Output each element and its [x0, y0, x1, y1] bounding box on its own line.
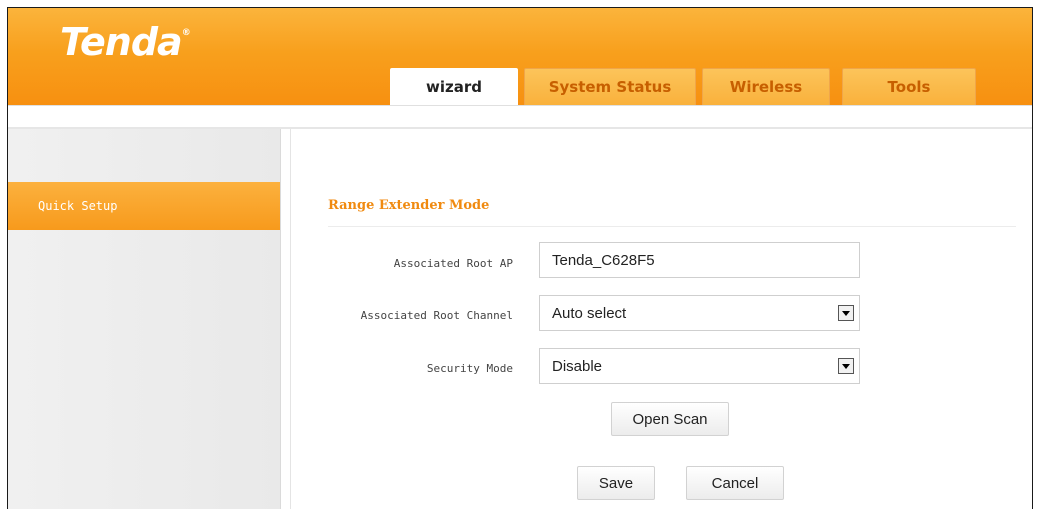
root-channel-select[interactable]: Auto select: [539, 295, 860, 331]
tab-tools[interactable]: Tools: [842, 68, 976, 105]
tab-wireless[interactable]: Wireless: [702, 68, 830, 105]
tab-label: wizard: [426, 78, 482, 96]
root-ap-label: Associated Root AP: [393, 257, 513, 270]
chevron-down-icon[interactable]: [838, 305, 854, 321]
security-mode-select[interactable]: Disable: [539, 348, 860, 384]
tab-wizard[interactable]: wizard: [390, 68, 518, 105]
content-divider: [290, 129, 291, 509]
tab-label: Tools: [887, 78, 931, 96]
header-divider: [8, 105, 1032, 106]
section-divider: [328, 226, 1016, 227]
sidebar-item-quick-setup[interactable]: Quick Setup: [8, 182, 280, 230]
router-admin-window: Tenda® wizard System Status Wireless Too…: [7, 7, 1033, 509]
header-bar: Tenda® wizard System Status Wireless Too…: [8, 8, 1032, 105]
open-scan-label: Open Scan: [632, 410, 708, 428]
sidebar: Quick Setup: [8, 129, 281, 509]
tab-system-status[interactable]: System Status: [524, 68, 696, 105]
root-channel-value: Auto select: [552, 304, 627, 322]
tenda-logo: Tenda®: [60, 20, 191, 64]
save-label: Save: [598, 474, 634, 492]
tab-label: System Status: [548, 78, 672, 96]
section-title: Range Extender Mode: [328, 198, 490, 213]
root-channel-label: Associated Root Channel: [360, 309, 513, 322]
security-mode-value: Disable: [552, 357, 603, 375]
chevron-down-icon[interactable]: [838, 358, 854, 374]
registered-mark: ®: [181, 28, 191, 38]
sidebar-item-label: Quick Setup: [38, 199, 118, 213]
root-ap-input[interactable]: Tenda_C628F5: [539, 242, 860, 278]
open-scan-button[interactable]: Open Scan: [611, 402, 729, 436]
save-button[interactable]: Save: [577, 466, 655, 500]
logo-text: Tenda: [60, 20, 183, 64]
root-ap-value: Tenda_C628F5: [552, 251, 655, 269]
security-mode-label: Security Mode: [426, 362, 513, 375]
tab-label: Wireless: [729, 78, 803, 96]
cancel-button[interactable]: Cancel: [686, 466, 784, 500]
cancel-label: Cancel: [711, 474, 759, 492]
